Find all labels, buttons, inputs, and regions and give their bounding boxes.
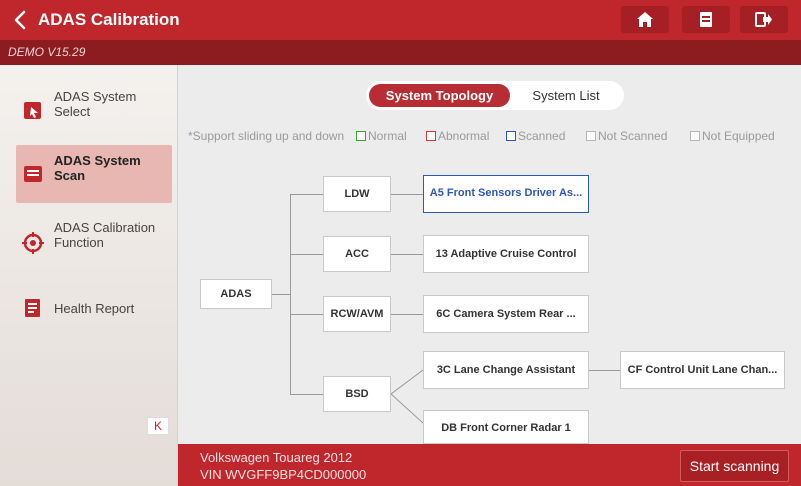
connector	[290, 394, 323, 395]
calibration-target-icon	[22, 232, 44, 254]
system-node-camera-rear[interactable]: 6C Camera System Rear ...	[423, 295, 589, 333]
topology-root-node: ADAS	[200, 279, 272, 309]
system-node-front-corner-radar[interactable]: DB Front Corner Radar 1	[423, 410, 589, 444]
legend-scanned: Scanned	[506, 129, 565, 143]
legend-normal: Normal	[356, 129, 407, 143]
system-node-lane-change-control[interactable]: CF Control Unit Lane Chan...	[620, 351, 785, 389]
print-button[interactable]	[682, 6, 730, 33]
connector	[290, 194, 323, 195]
title-bar: ADAS Calibration	[0, 0, 801, 40]
main-content: System Topology System List *Support sli…	[178, 65, 801, 486]
collapse-sidebar-button[interactable]: K	[147, 417, 169, 435]
sidebar-item-label: ADAS Calibration Function	[54, 220, 156, 250]
topology-group-bsd[interactable]: BSD	[323, 376, 391, 412]
legend-not-equipped: Not Equipped	[690, 129, 775, 143]
not-equipped-swatch-icon	[690, 131, 700, 141]
page-title: ADAS Calibration	[38, 10, 180, 29]
topology-group-rcw-avm[interactable]: RCW/AVM	[323, 296, 391, 332]
normal-swatch-icon	[356, 131, 366, 141]
sidebar: ADAS System Select ADAS System Scan ADAS…	[0, 65, 178, 486]
exit-button[interactable]	[740, 6, 788, 33]
connector	[589, 370, 620, 371]
bsd-branch-connector	[391, 369, 423, 424]
connector	[391, 254, 423, 255]
sidebar-item-label: ADAS System Scan	[54, 153, 141, 183]
sidebar-item-system-select[interactable]: ADAS System Select	[16, 81, 172, 139]
legend-not-scanned: Not Scanned	[586, 129, 667, 143]
report-icon	[25, 299, 40, 317]
system-node-front-sensors[interactable]: A5 Front Sensors Driver As...	[423, 175, 589, 213]
select-system-icon	[24, 102, 41, 119]
tab-system-list[interactable]: System List	[516, 84, 616, 107]
connector	[391, 314, 423, 315]
home-icon	[637, 12, 653, 27]
tab-system-topology[interactable]: System Topology	[369, 84, 510, 107]
sliding-hint: *Support sliding up and down	[188, 129, 345, 143]
sidebar-item-label: Health Report	[54, 301, 135, 316]
sidebar-item-health-report[interactable]: Health Report	[16, 285, 172, 343]
connector	[391, 194, 423, 195]
sidebar-item-label: ADAS System Select	[54, 89, 137, 119]
connector	[290, 314, 323, 315]
sidebar-item-calibration-function[interactable]: ADAS Calibration Function	[16, 212, 172, 270]
vehicle-vin: VIN WVGFF9BP4CD000000	[200, 467, 367, 482]
vehicle-info-bar: Volkswagen Touareg 2012 VIN WVGFF9BP4CD0…	[178, 444, 801, 486]
connector	[290, 194, 291, 394]
system-scan-icon	[24, 166, 42, 182]
version-label: DEMO V15.29	[8, 45, 86, 59]
view-toggle: System Topology System List	[366, 81, 624, 110]
abnormal-swatch-icon	[426, 131, 436, 141]
vehicle-model: Volkswagen Touareg 2012	[200, 450, 353, 465]
system-node-adaptive-cruise[interactable]: 13 Adaptive Cruise Control	[423, 235, 589, 273]
scanned-swatch-icon	[506, 131, 516, 141]
legend-abnormal: Abnormal	[426, 129, 489, 143]
topology-group-ldw[interactable]: LDW	[323, 176, 391, 212]
status-legend: *Support sliding up and down Normal Abno…	[188, 127, 801, 145]
not-scanned-swatch-icon	[586, 131, 596, 141]
sidebar-item-system-scan[interactable]: ADAS System Scan	[16, 145, 172, 203]
version-bar: DEMO V15.29	[0, 40, 801, 65]
connector	[290, 254, 323, 255]
home-button[interactable]	[621, 6, 669, 33]
start-scanning-button[interactable]: Start scanning	[680, 450, 789, 482]
system-node-lane-change-assistant[interactable]: 3C Lane Change Assistant	[423, 351, 589, 389]
back-arrow-icon[interactable]	[10, 9, 32, 31]
exit-icon	[755, 12, 772, 27]
document-icon	[700, 12, 712, 27]
connector	[272, 294, 290, 295]
topology-group-acc[interactable]: ACC	[323, 236, 391, 272]
